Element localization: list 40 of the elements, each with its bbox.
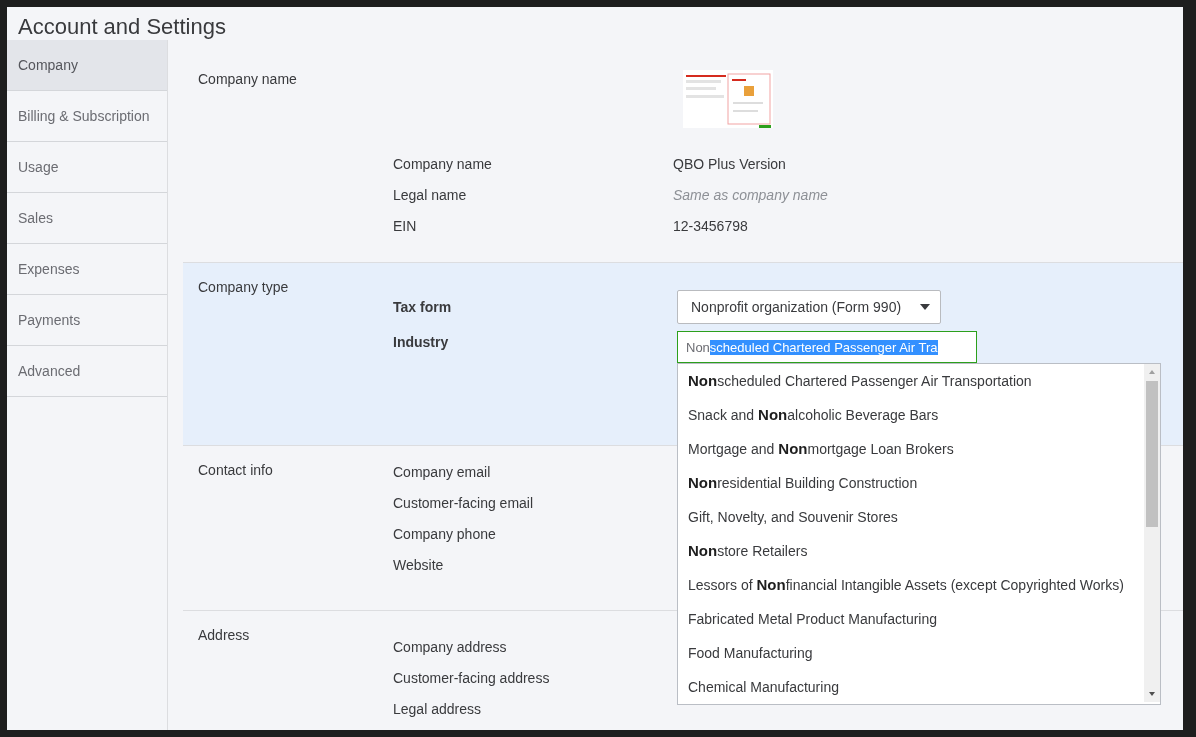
dropdown-option[interactable]: Nonresidential Building Construction bbox=[678, 466, 1144, 500]
field-label: Legal name bbox=[393, 186, 468, 203]
field-label: Customer-facing email bbox=[393, 494, 535, 511]
section-title: Address bbox=[197, 626, 251, 645]
sidebar-item[interactable]: Advanced bbox=[7, 346, 167, 397]
field-value: 12-3456798 bbox=[673, 217, 748, 234]
sidebar-item[interactable]: Sales bbox=[7, 193, 167, 244]
dropdown-option[interactable]: Nonstore Retailers bbox=[678, 534, 1144, 568]
page-title: Account and Settings bbox=[17, 13, 227, 40]
dropdown-option[interactable]: Lessors of Nonfinancial Intangible Assets (except Copyrighted Works) bbox=[678, 568, 1144, 602]
dropdown-option[interactable]: Chemical Manufacturing bbox=[678, 670, 1144, 704]
field-label: Company name bbox=[393, 155, 493, 172]
field-label: Tax form bbox=[393, 299, 453, 315]
field-label: EIN bbox=[393, 217, 418, 234]
dropdown-option[interactable]: Fabricated Metal Product Manufacturing bbox=[678, 602, 1144, 636]
dropdown-option[interactable]: Snack and Nonalcoholic Beverage Bars bbox=[678, 398, 1144, 432]
dropdown-option[interactable]: Nonscheduled Chartered Passenger Air Transportation bbox=[678, 364, 1144, 398]
sidebar-item[interactable]: Company bbox=[7, 40, 167, 91]
section-title: Company name bbox=[197, 70, 298, 89]
industry-field[interactable]: Nonscheduled Chartered Passenger Air Tra bbox=[677, 331, 977, 363]
sidebar-item[interactable]: Payments bbox=[7, 295, 167, 346]
sidebar-item[interactable]: Usage bbox=[7, 142, 167, 193]
field-label: Customer-facing address bbox=[393, 669, 551, 686]
field-label: Company email bbox=[393, 463, 492, 480]
tax-form-dropdown[interactable]: Nonprofit organization (Form 990) bbox=[677, 290, 941, 324]
section-title: Contact info bbox=[197, 461, 274, 480]
field-label: Company address bbox=[393, 638, 508, 655]
field-label: Company phone bbox=[393, 525, 497, 542]
sidebar-item[interactable]: Expenses bbox=[7, 244, 167, 295]
caret-icon bbox=[920, 304, 930, 310]
dropdown-option[interactable]: Food Manufacturing bbox=[678, 636, 1144, 670]
field-value: Same as company name bbox=[673, 186, 828, 203]
field-label: Website bbox=[393, 556, 445, 573]
field-value: QBO Plus Version bbox=[673, 155, 786, 172]
dropdown-option[interactable]: Mortgage and Nonmortgage Loan Brokers bbox=[678, 432, 1144, 466]
dropdown-option[interactable]: Gift, Novelty, and Souvenir Stores bbox=[678, 500, 1144, 534]
section-title: Company type bbox=[197, 278, 290, 297]
field-label: Legal address bbox=[393, 700, 482, 717]
sidebar-item[interactable]: Billing & Subscription bbox=[7, 91, 167, 142]
field-label: Industry bbox=[393, 334, 450, 350]
